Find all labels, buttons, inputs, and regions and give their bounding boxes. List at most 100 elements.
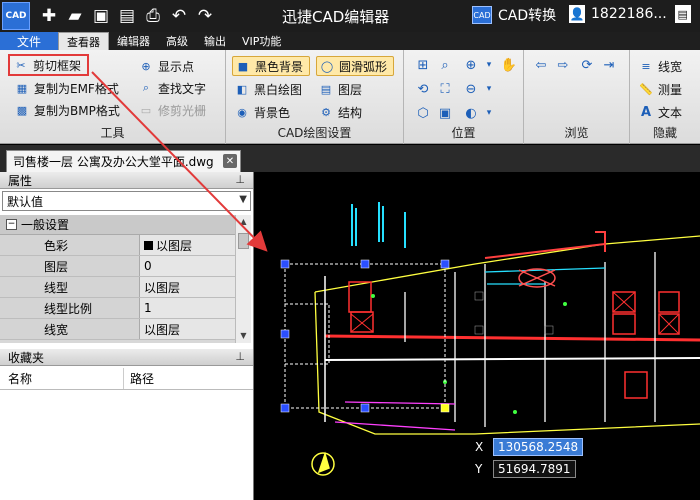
structure-button[interactable]: ⚙ 结构 xyxy=(318,102,362,122)
tab-vip[interactable]: VIP功能 xyxy=(234,32,289,50)
back-arrow-icon[interactable]: ⇦ xyxy=(532,56,550,74)
document-tab-title: 司售楼一层 公寓及办公大堂平面.dwg xyxy=(13,155,214,169)
redo-icon[interactable]: ↷ xyxy=(192,3,218,29)
zoom-region-icon[interactable]: ⌕ xyxy=(436,56,454,74)
property-value[interactable]: 以图层 xyxy=(140,319,235,339)
black-white-draw-button[interactable]: ◧ 黑白绘图 xyxy=(234,79,302,99)
property-row[interactable]: 色彩 以图层 xyxy=(0,235,235,256)
layers-button[interactable]: ▤ 图层 xyxy=(318,79,362,99)
smooth-arc-toggle[interactable]: ◯ 圆滑弧形 xyxy=(316,56,395,76)
undo-icon[interactable]: ↶ xyxy=(166,3,192,29)
pan-hand-icon[interactable]: ✋ xyxy=(500,56,518,74)
forward-arrow-icon[interactable]: ⇨ xyxy=(554,56,572,74)
property-section[interactable]: − 一般设置 xyxy=(0,215,235,235)
linewidth-button[interactable]: ≡ 线宽 xyxy=(638,56,682,76)
pin-icon[interactable]: ⊥ xyxy=(235,173,245,186)
fit-view-icon[interactable]: ⛶ xyxy=(436,80,454,98)
favorites-title: 收藏夹 xyxy=(8,350,45,365)
zoom-out-dropdown-icon[interactable]: ▾ xyxy=(480,80,498,98)
find-text-button[interactable]: ⌕ 查找文字 xyxy=(138,78,206,98)
black-background-toggle[interactable]: ■ 黑色背景 xyxy=(232,56,311,76)
orbit-icon[interactable]: ◐ xyxy=(462,104,480,122)
app-logo: CAD xyxy=(2,2,30,30)
copy-bmp-button[interactable]: ▩ 复制为BMP格式 xyxy=(14,100,120,120)
text-toggle-label: 文本 xyxy=(658,105,683,120)
coord-x: X 130568.2548 xyxy=(475,438,584,456)
text-toggle-button[interactable]: A 文本 xyxy=(638,102,682,122)
view-cube-icon[interactable]: ▣ xyxy=(436,104,454,122)
zoom-out-icon[interactable]: ⊖ xyxy=(462,80,480,98)
view-3d-icon[interactable]: ⬡ xyxy=(414,104,432,122)
zoom-window-icon[interactable]: ⊞ xyxy=(414,56,432,74)
next-page-icon[interactable]: ⇥ xyxy=(600,56,618,74)
scroll-thumb[interactable] xyxy=(238,233,249,249)
pin-icon[interactable]: ⊥ xyxy=(235,350,245,363)
properties-select[interactable]: 默认值 ▼ xyxy=(2,191,251,211)
black-background-icon: ■ xyxy=(237,59,249,73)
property-value[interactable]: 1 xyxy=(140,298,235,318)
tab-advanced[interactable]: 高级 xyxy=(158,32,196,50)
zoom-in-dropdown-icon[interactable]: ▾ xyxy=(480,56,498,74)
copy-emf-button[interactable]: ▦ 复制为EMF格式 xyxy=(14,78,119,98)
palette-icon: ◉ xyxy=(237,105,247,119)
property-key: 图层 xyxy=(0,256,140,276)
crop-frame-label: 剪切框架 xyxy=(33,58,82,73)
new-file-icon[interactable]: ✚ xyxy=(36,3,62,29)
user-phone: 1822186... xyxy=(591,6,667,22)
coord-y-input[interactable]: 51694.7891 xyxy=(493,460,576,478)
copy-emf-label: 复制为EMF格式 xyxy=(34,81,119,96)
layers-icon: ▤ xyxy=(320,82,332,96)
property-value[interactable]: 0 xyxy=(140,256,235,276)
column-name[interactable]: 名称 xyxy=(0,368,124,389)
tab-output[interactable]: 输出 xyxy=(196,32,234,50)
coord-y-label: Y xyxy=(475,462,483,476)
property-value[interactable]: 以图层 xyxy=(140,277,235,297)
measure-button[interactable]: 📏 测量 xyxy=(638,79,682,99)
close-icon[interactable]: ✕ xyxy=(223,154,237,168)
structure-icon: ⚙ xyxy=(321,105,331,119)
property-row[interactable]: 线型 以图层 xyxy=(0,277,235,298)
zoom-in-icon[interactable]: ⊕ xyxy=(462,56,480,74)
app-logo-text: CAD xyxy=(5,10,27,21)
collapse-icon[interactable]: − xyxy=(6,219,17,230)
property-value[interactable]: 以图层 xyxy=(140,235,235,255)
save-as-pdf-icon[interactable]: ▤ xyxy=(114,3,140,29)
user-menu-icon[interactable]: ▤ xyxy=(674,5,691,23)
copy-bmp-icon: ▩ xyxy=(16,103,28,117)
show-points-button[interactable]: ⊕ 显示点 xyxy=(138,56,194,76)
document-tab[interactable]: 司售楼一层 公寓及办公大堂平面.dwg ✕ xyxy=(6,150,241,172)
drawing-canvas[interactable]: X 130568.2548 Y 51694.7891 xyxy=(255,172,700,500)
copy-bmp-label: 复制为BMP格式 xyxy=(34,103,120,118)
property-scrollbar[interactable]: ▲ ▼ xyxy=(235,215,251,343)
property-row[interactable]: 图层 0 xyxy=(0,256,235,277)
background-color-button[interactable]: ◉ 背景色 xyxy=(234,102,290,122)
scroll-down-icon[interactable]: ▼ xyxy=(238,331,249,341)
print-icon[interactable]: ⎙ xyxy=(140,3,166,29)
save-icon[interactable]: ▣ xyxy=(88,3,114,29)
text-icon: A xyxy=(640,104,652,120)
tab-viewer[interactable]: 查看器 xyxy=(58,32,109,50)
property-key: 色彩 xyxy=(0,235,140,255)
property-row[interactable]: 线宽 以图层 xyxy=(0,319,235,340)
coord-x-label: X xyxy=(475,440,484,454)
coord-x-input[interactable]: 130568.2548 xyxy=(493,438,584,456)
menu-bar: 文件 查看器 编辑器 高级 输出 VIP功能 xyxy=(0,32,700,50)
open-folder-icon[interactable]: ▰ xyxy=(62,3,88,29)
trim-raster-button[interactable]: ▭ 修剪光栅 xyxy=(138,100,206,120)
tab-editor[interactable]: 编辑器 xyxy=(109,32,158,50)
rotate-icon[interactable]: ⟲ xyxy=(414,80,432,98)
scroll-up-icon[interactable]: ▲ xyxy=(238,217,249,227)
crop-frame-button[interactable]: ✂ 剪切框架 xyxy=(8,54,90,76)
north-arrow-icon xyxy=(311,451,335,476)
coord-y: Y 51694.7891 xyxy=(475,460,576,478)
measure-label: 测量 xyxy=(658,82,683,97)
cad-convert-button[interactable]: CAD CAD转换 xyxy=(472,5,556,25)
refresh-icon[interactable]: ⟳ xyxy=(578,56,596,74)
property-row[interactable]: 线型比例 1 xyxy=(0,298,235,319)
user-account[interactable]: 👤 1822186... ▤ xyxy=(569,5,691,23)
file-menu[interactable]: 文件 xyxy=(0,32,58,50)
copy-emf-icon: ▦ xyxy=(16,81,28,95)
orbit-dropdown-icon[interactable]: ▾ xyxy=(480,104,498,122)
column-path[interactable]: 路径 xyxy=(124,368,253,389)
show-points-icon: ⊕ xyxy=(141,59,151,73)
